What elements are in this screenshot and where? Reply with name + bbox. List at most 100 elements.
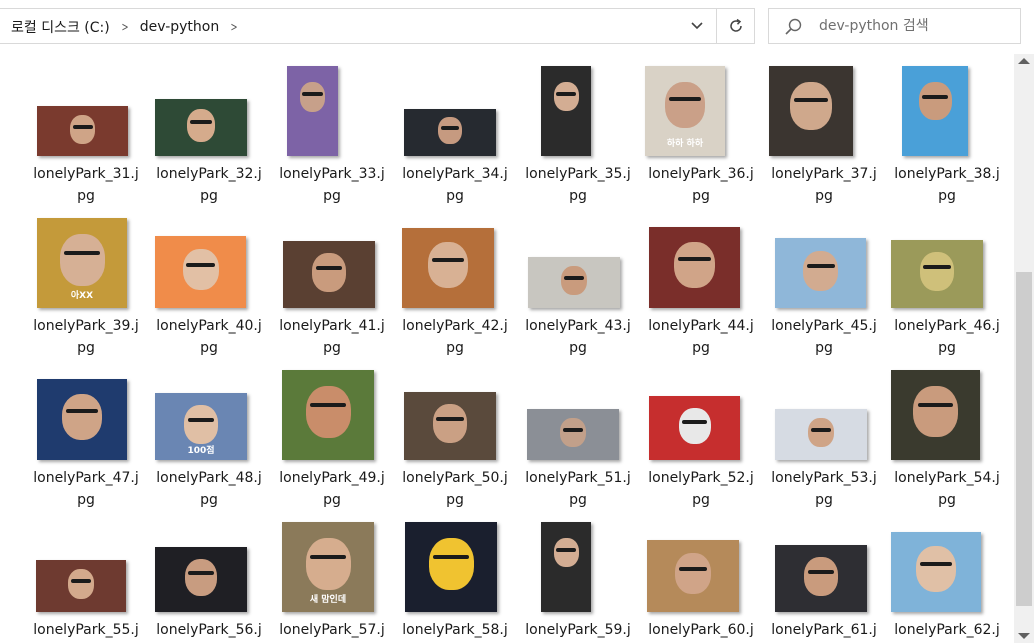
image-thumbnail[interactable] bbox=[647, 540, 739, 612]
image-thumbnail[interactable] bbox=[155, 547, 247, 612]
file-name: lonelyPark_37.j pg bbox=[765, 163, 883, 207]
file-item[interactable]: 하하 하하 lonelyPark_36.j pg bbox=[642, 59, 760, 211]
file-item[interactable]: lonelyPark_60.jpg bbox=[642, 515, 760, 643]
image-thumbnail[interactable] bbox=[891, 532, 981, 612]
file-item[interactable]: lonelyPark_55.jpg bbox=[27, 515, 145, 643]
image-thumbnail[interactable] bbox=[528, 257, 620, 308]
file-item[interactable]: 새 맘인데 lonelyPark_57.jpg bbox=[273, 515, 391, 643]
image-thumbnail[interactable]: 하하 하하 bbox=[645, 66, 725, 156]
thumbnail-area bbox=[150, 211, 268, 311]
image-thumbnail[interactable] bbox=[527, 409, 619, 460]
thumbnail-face bbox=[428, 242, 468, 289]
file-item[interactable]: lonelyPark_42.j pg bbox=[396, 211, 514, 363]
vertical-scrollbar[interactable] bbox=[1014, 54, 1034, 643]
scroll-down-arrow-icon[interactable] bbox=[1018, 633, 1030, 639]
file-item[interactable]: lonelyPark_32.j pg bbox=[150, 59, 268, 211]
image-thumbnail[interactable] bbox=[155, 236, 246, 308]
image-thumbnail[interactable] bbox=[775, 409, 867, 460]
thumbnail-face bbox=[560, 418, 586, 448]
file-item[interactable]: lonelyPark_46.j pg bbox=[888, 211, 1006, 363]
file-item[interactable]: lonelyPark_51.j pg bbox=[519, 363, 637, 515]
file-name-line: lonelyPark_32.j bbox=[156, 166, 262, 182]
image-thumbnail[interactable] bbox=[541, 66, 591, 156]
image-thumbnail[interactable] bbox=[282, 370, 374, 460]
file-name: lonelyPark_44.j pg bbox=[642, 315, 760, 359]
scroll-up-arrow-icon[interactable] bbox=[1018, 58, 1030, 64]
search-box[interactable]: dev-python 검색 bbox=[768, 8, 1021, 44]
image-thumbnail[interactable]: 새 맘인데 bbox=[282, 522, 374, 612]
address-bar[interactable]: 로컬 디스크 (C:) > dev-python > bbox=[0, 8, 755, 44]
image-thumbnail[interactable] bbox=[649, 227, 740, 308]
file-item[interactable]: lonelyPark_37.j pg bbox=[765, 59, 883, 211]
file-name: lonelyPark_54.j pg bbox=[888, 467, 1006, 511]
file-name-line: lonelyPark_52.j bbox=[648, 470, 754, 486]
file-item[interactable]: lonelyPark_41.j pg bbox=[273, 211, 391, 363]
file-item[interactable]: lonelyPark_45.j pg bbox=[765, 211, 883, 363]
image-thumbnail[interactable] bbox=[402, 228, 494, 308]
image-thumbnail[interactable]: 아XX bbox=[37, 218, 127, 308]
image-thumbnail[interactable] bbox=[404, 109, 496, 156]
file-item[interactable]: lonelyPark_62.jpg bbox=[888, 515, 1006, 643]
thumbnail-glasses bbox=[917, 403, 954, 408]
file-item[interactable]: lonelyPark_61.jpg bbox=[765, 515, 883, 643]
address-history-button[interactable] bbox=[678, 9, 716, 43]
file-item[interactable]: lonelyPark_38.j pg bbox=[888, 59, 1006, 211]
file-item[interactable]: lonelyPark_31.j pg bbox=[27, 59, 145, 211]
image-thumbnail[interactable] bbox=[287, 66, 338, 156]
file-item[interactable]: lonelyPark_35.j pg bbox=[519, 59, 637, 211]
file-item[interactable]: lonelyPark_52.j pg bbox=[642, 363, 760, 515]
image-thumbnail[interactable] bbox=[405, 522, 497, 612]
thumbnail-glasses bbox=[186, 262, 215, 267]
file-item[interactable]: lonelyPark_59.jpg bbox=[519, 515, 637, 643]
file-name-line: lonelyPark_37.j bbox=[771, 166, 877, 182]
breadcrumb-item-drive[interactable]: 로컬 디스크 (C:) bbox=[9, 17, 112, 37]
image-thumbnail[interactable] bbox=[891, 370, 980, 460]
image-thumbnail[interactable] bbox=[775, 545, 867, 612]
image-thumbnail[interactable] bbox=[37, 106, 128, 156]
thumbnail-area bbox=[642, 363, 760, 463]
search-input[interactable]: dev-python 검색 bbox=[819, 9, 929, 43]
file-name-line: lonelyPark_40.j bbox=[156, 318, 262, 334]
file-name: lonelyPark_57.jpg bbox=[273, 619, 391, 643]
file-name-line: pg bbox=[77, 340, 95, 356]
thumbnail-area: 아XX bbox=[27, 211, 145, 311]
file-item[interactable]: lonelyPark_50.j pg bbox=[396, 363, 514, 515]
file-item[interactable]: lonelyPark_49.j pg bbox=[273, 363, 391, 515]
image-thumbnail[interactable] bbox=[775, 238, 866, 308]
file-item[interactable]: 100점 lonelyPark_48.j pg bbox=[150, 363, 268, 515]
thumbnail-area bbox=[273, 211, 391, 311]
file-item[interactable]: lonelyPark_33.j pg bbox=[273, 59, 391, 211]
image-thumbnail[interactable] bbox=[37, 379, 127, 460]
thumbnail-glasses bbox=[440, 126, 460, 131]
image-thumbnail[interactable]: 100점 bbox=[155, 393, 247, 460]
file-item[interactable]: lonelyPark_43.j pg bbox=[519, 211, 637, 363]
image-thumbnail[interactable] bbox=[155, 99, 247, 156]
chevron-right-icon[interactable]: > bbox=[116, 20, 134, 34]
image-thumbnail[interactable] bbox=[891, 240, 983, 308]
image-thumbnail[interactable] bbox=[649, 396, 740, 460]
chevron-right-icon[interactable]: > bbox=[225, 20, 243, 34]
image-thumbnail[interactable] bbox=[283, 241, 375, 308]
image-thumbnail[interactable] bbox=[769, 66, 853, 156]
thumbnail-area bbox=[888, 363, 1006, 463]
file-item[interactable]: lonelyPark_40.j pg bbox=[150, 211, 268, 363]
file-item[interactable]: 아XX lonelyPark_39.j pg bbox=[27, 211, 145, 363]
image-thumbnail[interactable] bbox=[541, 522, 591, 612]
thumbnail-area bbox=[888, 515, 1006, 615]
file-item[interactable]: lonelyPark_56.jpg bbox=[150, 515, 268, 643]
thumbnail-glasses bbox=[310, 403, 346, 408]
image-thumbnail[interactable] bbox=[404, 392, 496, 460]
image-thumbnail[interactable] bbox=[902, 66, 968, 156]
file-name-line: pg bbox=[323, 340, 341, 356]
file-item[interactable]: lonelyPark_47.j pg bbox=[27, 363, 145, 515]
file-item[interactable]: lonelyPark_58.jpg bbox=[396, 515, 514, 643]
breadcrumb-item-folder[interactable]: dev-python bbox=[138, 19, 221, 35]
file-item[interactable]: lonelyPark_34.j pg bbox=[396, 59, 514, 211]
scrollbar-thumb[interactable] bbox=[1016, 272, 1032, 606]
thumbnail-glasses bbox=[70, 579, 92, 584]
image-thumbnail[interactable] bbox=[36, 560, 126, 612]
file-item[interactable]: lonelyPark_54.j pg bbox=[888, 363, 1006, 515]
refresh-button[interactable] bbox=[716, 9, 755, 43]
file-item[interactable]: lonelyPark_44.j pg bbox=[642, 211, 760, 363]
file-item[interactable]: lonelyPark_53.j pg bbox=[765, 363, 883, 515]
